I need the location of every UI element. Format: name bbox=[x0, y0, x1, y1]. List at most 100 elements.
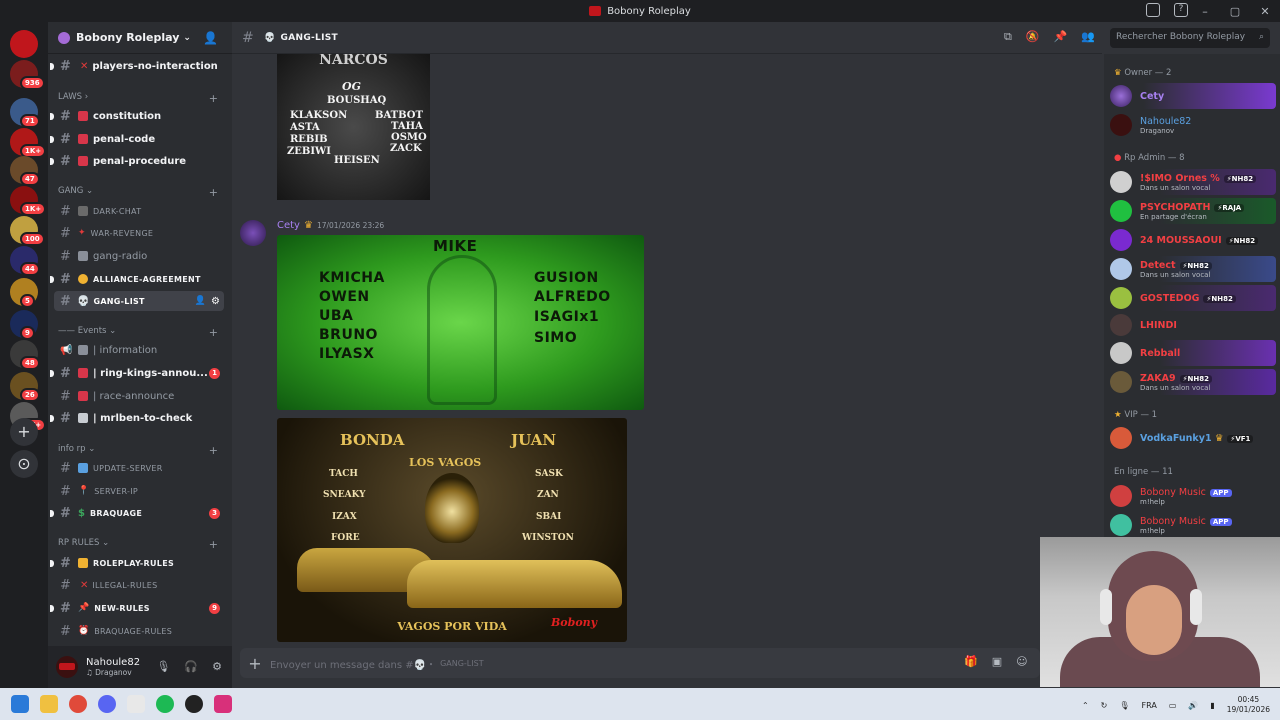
member-item[interactable]: Bobony Music APP m!help bbox=[1110, 512, 1276, 538]
search-input[interactable]: Rechercher Bobony Roleplay ⌕ bbox=[1110, 28, 1270, 48]
message-composer[interactable]: + Envoyer un message dans #💀・ GANG-LIST bbox=[240, 648, 1040, 678]
channel-update-server[interactable]: # UPDATE-SERVER bbox=[54, 458, 224, 478]
message-author[interactable]: Cety bbox=[277, 220, 300, 231]
unread-indicator bbox=[50, 63, 54, 70]
page-emoji-icon bbox=[78, 345, 88, 355]
channel-braquage-rules[interactable]: # ⏰ BRAQUAGE-RULES bbox=[54, 621, 224, 641]
help-icon[interactable]: ? bbox=[1174, 3, 1188, 17]
member-item[interactable]: 24 MOUSSAOUI ⚡NH82 bbox=[1110, 227, 1276, 253]
channel-illegal-rules[interactable]: # ✕ ILLEGAL-RULES bbox=[54, 575, 224, 595]
channel-penal-procedure[interactable]: # penal-procedure bbox=[50, 151, 224, 171]
category-info-rp[interactable]: info rp ⌄ + bbox=[58, 444, 218, 457]
pin-icon[interactable]: 📌 bbox=[1054, 30, 1068, 44]
member-item[interactable]: VodkaFunky1 ♛ ⚡VF1 bbox=[1110, 425, 1276, 451]
guild-header[interactable]: Bobony Roleplay ⌄ 👤 bbox=[48, 22, 232, 54]
channel-ring-kings-announce[interactable]: # | ring-kings-annou... 1 bbox=[50, 363, 224, 383]
add-channel-icon[interactable]: + bbox=[209, 326, 218, 339]
inbox-icon[interactable] bbox=[1146, 3, 1160, 17]
channel-new-rules[interactable]: # 📌 NEW-RULES 9 bbox=[50, 598, 224, 618]
channel-gang-radio[interactable]: # gang-radio bbox=[54, 246, 224, 266]
channel-penal-code[interactable]: # penal-code bbox=[50, 129, 224, 149]
member-item[interactable]: !$IMO Ornes % ⚡NH82 Dans un salon vocal bbox=[1110, 169, 1276, 195]
channel-alliance-agreement[interactable]: # ALLIANCE-AGREEMENT bbox=[50, 269, 224, 289]
fivem-icon[interactable] bbox=[185, 695, 203, 713]
gear-icon[interactable]: ⚙ bbox=[211, 296, 220, 307]
channel-dark-chat[interactable]: # DARK-CHAT bbox=[54, 201, 224, 221]
channel-race-announce[interactable]: # | race-announce bbox=[54, 386, 224, 406]
avatar[interactable] bbox=[240, 220, 266, 246]
member-item[interactable]: Nahoule82 Draganov bbox=[1110, 112, 1276, 138]
member-item[interactable]: PSYCHOPATH ⚡RAJA En partage d'écran bbox=[1110, 198, 1276, 224]
file-explorer-icon[interactable] bbox=[40, 695, 58, 713]
microphone-icon[interactable]: 🎙 bbox=[156, 660, 170, 673]
channel-braquage[interactable]: # $ BRAQUAGE 3 bbox=[50, 503, 224, 523]
minimize-icon[interactable]: – bbox=[1190, 5, 1220, 18]
add-channel-icon[interactable]: + bbox=[209, 92, 218, 105]
invite-icon[interactable]: 👤 bbox=[203, 31, 218, 45]
channel-information[interactable]: 📢 | information bbox=[54, 340, 224, 360]
member-name-row: !$IMO Ornes % ⚡NH82 bbox=[1140, 173, 1257, 184]
members-icon[interactable]: 👥 bbox=[1081, 30, 1095, 44]
volume-icon[interactable]: 🔊 bbox=[1188, 701, 1198, 710]
clock-date: 19/01/2026 bbox=[1226, 705, 1270, 714]
skull-emblem-icon bbox=[425, 473, 479, 543]
capcut-icon[interactable] bbox=[127, 695, 145, 713]
add-channel-icon[interactable]: + bbox=[209, 186, 218, 199]
gang-image-vagos[interactable]: BONDA JUAN LOS VAGOS TACH SNEAKY IZAX FO… bbox=[277, 418, 627, 642]
member-item[interactable]: Detect ⚡NH82 Dans un salon vocal bbox=[1110, 256, 1276, 282]
chevron-up-icon[interactable]: ⌃ bbox=[1082, 701, 1089, 710]
microphone-icon[interactable]: 🎙 bbox=[1119, 701, 1129, 710]
close-icon[interactable]: ✕ bbox=[1250, 5, 1280, 18]
add-server-icon[interactable]: + bbox=[10, 418, 38, 446]
sticker-icon[interactable]: ☺ bbox=[1016, 655, 1027, 668]
direct-messages-icon[interactable] bbox=[10, 30, 38, 58]
member-item[interactable]: Cety bbox=[1110, 83, 1276, 109]
channel-label: BRAQUAGE-RULES bbox=[94, 626, 173, 636]
member-item[interactable]: LHINDI bbox=[1110, 312, 1276, 338]
language-indicator[interactable]: FRA bbox=[1142, 701, 1157, 710]
titlebar-tools: ? bbox=[1146, 3, 1188, 17]
monitor-icon[interactable]: ▭ bbox=[1169, 701, 1177, 710]
add-channel-icon[interactable]: + bbox=[209, 538, 218, 551]
member-item[interactable]: Rebball bbox=[1110, 340, 1276, 366]
member-tag: ⚡NH82 bbox=[1179, 374, 1212, 383]
discover-icon[interactable]: ⊙ bbox=[10, 450, 38, 478]
chrome-icon[interactable] bbox=[69, 695, 87, 713]
clock[interactable]: 00:45 19/01/2026 bbox=[1227, 695, 1270, 715]
channel-constitution[interactable]: # constitution bbox=[50, 106, 224, 126]
instagram-icon[interactable] bbox=[214, 695, 232, 713]
discord-icon[interactable] bbox=[98, 695, 116, 713]
channel-gang-list[interactable]: # 💀 GANG-LIST 👤 ⚙ bbox=[54, 291, 224, 311]
windows-start-icon[interactable] bbox=[11, 695, 29, 713]
gif-icon[interactable]: ▣ bbox=[992, 655, 1002, 668]
channel-mrlben-to-check[interactable]: # | mrlben-to-check bbox=[50, 408, 224, 428]
member-item[interactable]: GOSTEDOG ⚡NH82 bbox=[1110, 285, 1276, 311]
add-member-icon[interactable]: 👤 bbox=[195, 296, 206, 306]
category-events[interactable]: —— Events ⌄ + bbox=[58, 326, 218, 339]
add-channel-icon[interactable]: + bbox=[209, 444, 218, 457]
spotify-icon[interactable] bbox=[156, 695, 174, 713]
channel-roleplay-rules[interactable]: # ROLEPLAY-RULES bbox=[50, 553, 224, 573]
gang-image-mike[interactable]: MIKE KMICHA OWEN UBA BRUNO ILYASX GUSION… bbox=[277, 235, 644, 410]
channel-label: ROLEPLAY-RULES bbox=[93, 558, 175, 568]
mute-bell-icon[interactable]: 🔕 bbox=[1026, 30, 1040, 44]
member-name: GOSTEDOG bbox=[1140, 292, 1200, 304]
settings-gear-icon[interactable]: ⚙ bbox=[212, 660, 222, 673]
channel-war-revenge[interactable]: # ✦ WAR-REVENGE bbox=[54, 223, 224, 243]
battery-icon[interactable]: ▮ bbox=[1210, 701, 1214, 710]
headphones-icon[interactable]: 🎧 bbox=[184, 660, 198, 673]
member-item[interactable]: Bobony Music APP m!help bbox=[1110, 483, 1276, 509]
category-gang[interactable]: GANG ⌄ + bbox=[58, 186, 218, 199]
member-item[interactable]: ZAKA9 ⚡NH82 Dans un salon vocal bbox=[1110, 369, 1276, 395]
threads-icon[interactable]: ⧉ bbox=[1004, 30, 1012, 44]
gang-image-narcos[interactable]: NARCOS OG BOUSHAQ KLAKSON ASTA REBIB ZEB… bbox=[277, 54, 430, 200]
avatar[interactable] bbox=[56, 656, 78, 678]
channel-server-ip[interactable]: # 📍 SERVER-IP bbox=[54, 481, 224, 501]
gift-icon[interactable]: 🎁 bbox=[964, 655, 978, 668]
add-attachment-icon[interactable]: + bbox=[240, 654, 270, 673]
maximize-icon[interactable]: ▢ bbox=[1220, 5, 1250, 18]
channel-players-no-interaction[interactable]: # ✕ players-no-interaction bbox=[50, 56, 224, 76]
category-rp-rules[interactable]: RP RULES ⌄ + bbox=[58, 538, 218, 551]
sync-icon[interactable]: ↻ bbox=[1101, 701, 1108, 710]
category-laws[interactable]: LAWS › + bbox=[58, 92, 218, 105]
